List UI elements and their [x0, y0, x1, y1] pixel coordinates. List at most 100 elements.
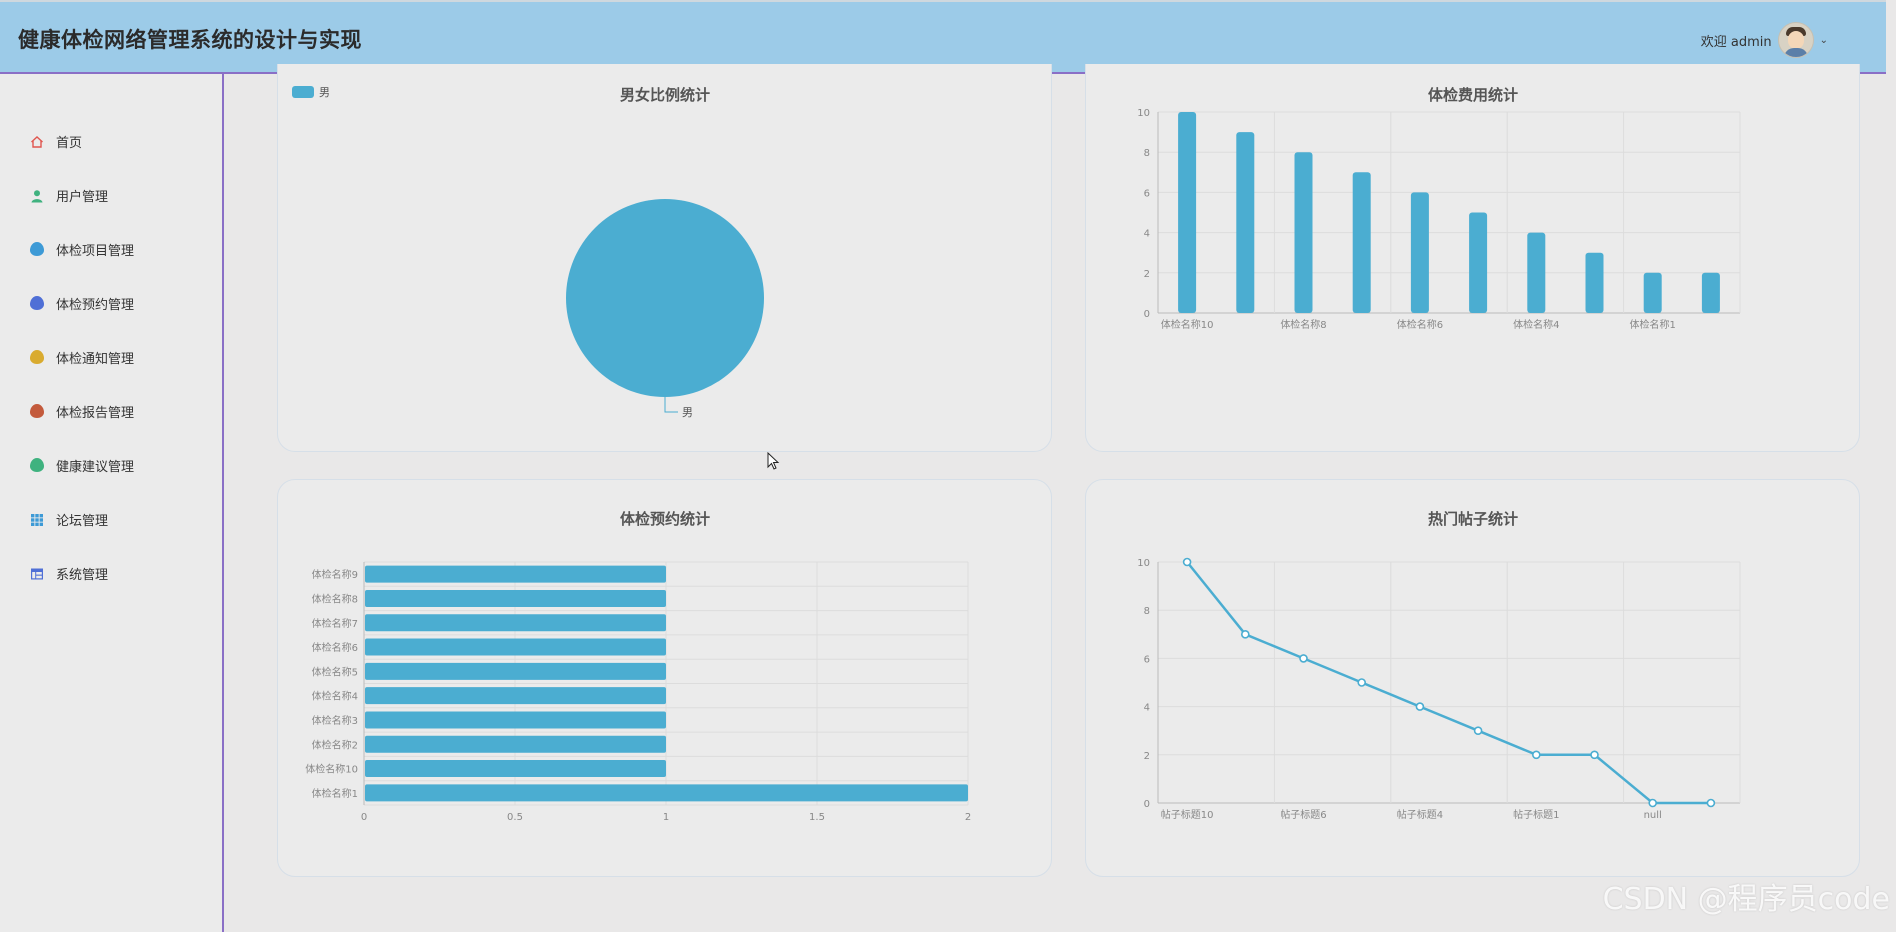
x-tick-label: 1 [663, 812, 669, 823]
x-tick-label: 体检名称10 [1161, 318, 1214, 331]
y-tick-label: 10 [1137, 108, 1150, 119]
grid-icon [30, 512, 44, 526]
sidebar-item-reports[interactable]: 体检报告管理 [0, 384, 222, 438]
pie-slice-label: 男 [682, 406, 693, 419]
data-point[interactable] [1415, 702, 1425, 711]
hot-posts-chart: 热门帖子统计 0 2 4 6 8 10 帖子标题10 帖子标题6 帖子标题4 帖子标题1 null [1137, 510, 1741, 821]
data-point[interactable] [1590, 750, 1599, 760]
appointment-stats-chart: 体检预约统计 0 0.5 1 1.5 2 体检名称9 体检名称8 体检名称7 体检名称6 体检名称… [305, 510, 971, 823]
bar[interactable] [365, 711, 666, 729]
bar[interactable] [365, 638, 666, 656]
bar[interactable] [1294, 152, 1313, 313]
sidebar-item-system[interactable]: 系统管理 [0, 546, 222, 600]
legend-swatch [292, 86, 314, 98]
y-tick-label: 8 [1144, 606, 1150, 617]
y-tick-label: 0 [1144, 799, 1150, 810]
chevron-down-icon[interactable]: ⌄ [1820, 35, 1828, 46]
y-tick-label: 体检名称10 [305, 763, 358, 776]
sidebar-item-label: 体检项目管理 [56, 243, 135, 259]
bar[interactable] [365, 687, 666, 705]
top-header: 健康体检网络管理系统的设计与实现 欢迎 admin ⌄ [0, 0, 1886, 74]
y-tick-label: 体检名称5 [312, 665, 358, 678]
y-tick-label: 0 [1144, 309, 1150, 320]
bar[interactable] [1643, 272, 1662, 313]
bar[interactable] [365, 662, 666, 680]
drop-icon [30, 242, 44, 256]
y-tick-label: 2 [1144, 269, 1150, 280]
sidebar-item-home[interactable]: 首页 [0, 114, 222, 168]
bar[interactable] [365, 614, 666, 632]
y-tick-label: 体检名称2 [312, 738, 358, 751]
chart-title: 体检费用统计 [1428, 86, 1518, 104]
sidebar-item-exam-items[interactable]: 体检项目管理 [0, 222, 222, 276]
y-tick-label: 体检名称4 [312, 690, 358, 703]
sidebar-menu: 首页 用户管理 体检项目管理 体检预约管理 体检通知管理 体检报告管理 健康建议… [0, 114, 222, 600]
x-tick-label: 帖子标题6 [1280, 808, 1326, 821]
series-line [1186, 561, 1711, 805]
data-point[interactable] [1241, 630, 1250, 639]
data-point[interactable] [1182, 557, 1192, 567]
bar[interactable] [365, 735, 666, 753]
y-tick-label: 体检名称3 [312, 714, 358, 727]
sidebar-item-appointments[interactable]: 体检预约管理 [0, 276, 222, 330]
sidebar-item-health-advice[interactable]: 健康建议管理 [0, 438, 222, 492]
data-point[interactable] [1357, 678, 1367, 687]
sidebar-item-label: 健康建议管理 [56, 459, 135, 475]
chart-title: 男女比例统计 [620, 86, 710, 104]
exam-fee-chart: 体检费用统计 0 2 4 6 8 10 体检名称10 体检名称8 体检名称6 体检名称4 体检名称1 [1137, 86, 1741, 331]
bar[interactable] [1585, 252, 1604, 313]
hot-posts-card: 热门帖子统计 0 2 4 6 8 10 帖子标题10 帖子标题6 帖子标题4 帖子标题1 null [1085, 479, 1860, 877]
x-tick-label: 0.5 [507, 812, 523, 823]
x-tick-label: 体检名称6 [1397, 318, 1443, 331]
data-point[interactable] [1706, 798, 1716, 808]
sidebar-item-label: 论坛管理 [56, 513, 109, 529]
sidebar-item-label: 系统管理 [56, 567, 109, 583]
y-tick-label: 6 [1144, 654, 1150, 665]
y-tick-label: 8 [1144, 148, 1150, 159]
pie-label-line [664, 397, 678, 413]
bar[interactable] [1701, 272, 1720, 313]
bar[interactable] [365, 565, 666, 583]
pie-legend[interactable]: 男 [292, 86, 330, 99]
chart-title: 热门帖子统计 [1428, 510, 1518, 528]
bar[interactable] [1352, 172, 1371, 313]
bar[interactable] [1410, 192, 1429, 313]
x-tick-label: 2 [965, 812, 971, 823]
bar[interactable] [1469, 212, 1488, 314]
bar[interactable] [1236, 132, 1255, 313]
y-tick-label: 10 [1137, 558, 1150, 569]
y-tick-label: 4 [1144, 229, 1150, 240]
welcome-text: 欢迎 admin [1700, 34, 1772, 50]
bar[interactable] [1178, 112, 1197, 313]
sidebar-item-label: 体检预约管理 [56, 297, 135, 313]
sidebar-item-notifications[interactable]: 体检通知管理 [0, 330, 222, 384]
drop-icon [30, 404, 44, 418]
pie-slice-male[interactable] [566, 199, 764, 397]
drop-icon [30, 296, 44, 310]
data-point[interactable] [1531, 750, 1541, 760]
avatar[interactable] [1777, 22, 1814, 58]
sidebar-item-forum[interactable]: 论坛管理 [0, 492, 222, 546]
data-point[interactable] [1648, 798, 1658, 808]
data-point[interactable] [1473, 726, 1483, 735]
y-tick-label: 体检名称8 [312, 592, 358, 605]
bar[interactable] [365, 784, 968, 802]
home-icon [30, 134, 44, 148]
chart-title: 体检预约统计 [620, 510, 710, 528]
user-menu[interactable]: 欢迎 admin ⌄ [1701, 22, 1828, 58]
y-tick-label: 体检名称6 [312, 641, 358, 654]
gender-ratio-card: 男 男女比例统计 男 [277, 64, 1052, 452]
x-tick-label: 体检名称8 [1280, 318, 1326, 331]
sidebar-item-users[interactable]: 用户管理 [0, 168, 222, 222]
bar[interactable] [365, 760, 666, 778]
data-point[interactable] [1299, 654, 1308, 663]
x-tick-label: 帖子标题10 [1161, 808, 1214, 821]
bar[interactable] [365, 589, 666, 607]
y-tick-label: 4 [1144, 703, 1150, 714]
x-tick-label: 0 [361, 812, 367, 823]
window-icon [30, 566, 44, 580]
bar[interactable] [1527, 232, 1546, 313]
gender-ratio-chart: 男 男女比例统计 男 [292, 86, 764, 419]
x-tick-label: 帖子标题4 [1397, 808, 1443, 821]
x-tick-label: 体检名称1 [1630, 318, 1676, 331]
